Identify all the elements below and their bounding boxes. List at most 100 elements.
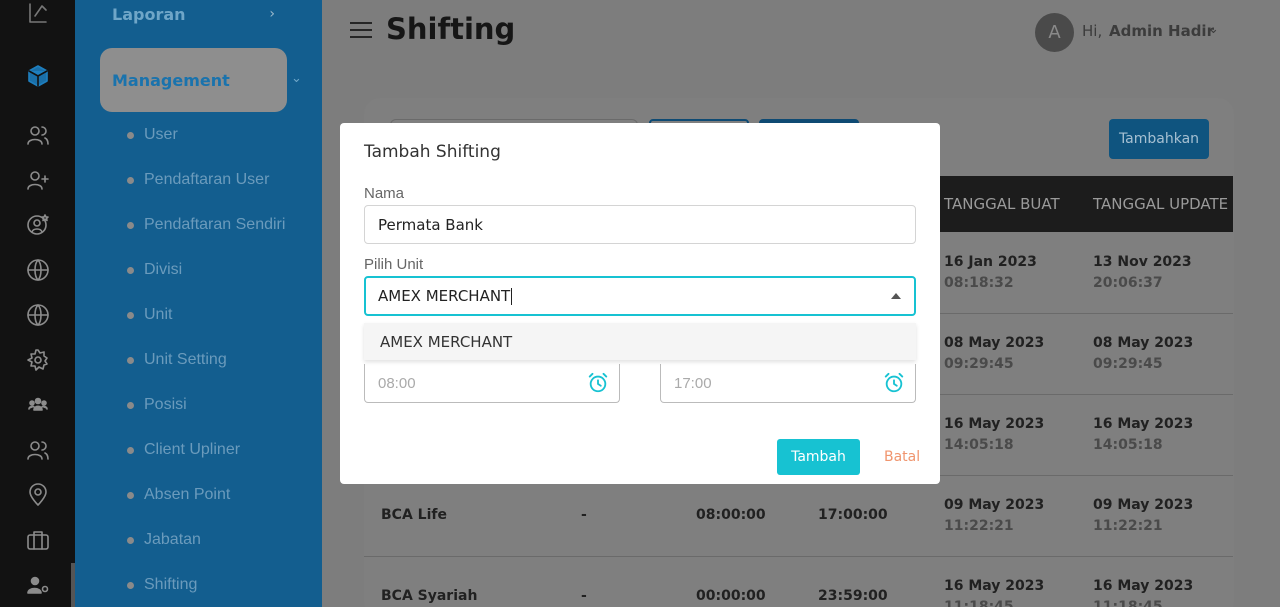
submenu-item-label: Jabatan <box>144 531 201 548</box>
bullet-icon <box>127 176 134 184</box>
submenu-item-label: User <box>144 126 178 143</box>
cube-icon[interactable] <box>24 62 52 90</box>
start-time-input[interactable]: 08:00 <box>364 364 620 403</box>
sidebar-item-user[interactable]: User <box>127 124 178 146</box>
sidebar-item-unit-setting[interactable]: Unit Setting <box>127 349 227 371</box>
alarm-clock-icon[interactable] <box>587 372 609 394</box>
sidebar-item-jabatan[interactable]: Jabatan <box>127 529 201 551</box>
sidebar: Laporan › Management ⌄ User Pendaftaran … <box>75 0 322 607</box>
name-input-value: Permata Bank <box>378 215 483 234</box>
table-cell-created-time: 09:29:45 <box>944 356 1014 372</box>
sidebar-item-client-upliner[interactable]: Client Upliner <box>127 439 240 461</box>
user-star-icon[interactable] <box>24 211 52 239</box>
table-cell-created-date: 16 May 2023 <box>944 416 1045 432</box>
submenu-item-label: Client Upliner <box>144 441 241 458</box>
caret-up-icon[interactable] <box>891 293 901 299</box>
start-time-value: 08:00 <box>378 374 416 392</box>
table-cell-desc: - <box>581 588 587 604</box>
main-menu-item-label: Management <box>112 70 230 90</box>
gear-icon[interactable] <box>24 346 52 374</box>
team-icon[interactable] <box>24 391 52 419</box>
bullet-icon <box>127 446 134 454</box>
sidebar-item-pendaftaran-sendiri[interactable]: Pendaftaran Sendiri <box>127 214 285 236</box>
column-header-created: TANGGAL BUAT <box>944 195 1060 213</box>
globe-icon[interactable] <box>24 256 52 284</box>
table-cell-updated-date: 16 May 2023 <box>1093 416 1194 432</box>
location-pin-icon[interactable] <box>24 481 52 509</box>
logo-icon[interactable] <box>24 0 52 28</box>
table-cell-updated-time: 11:22:21 <box>1093 518 1163 534</box>
briefcase-icon[interactable] <box>24 526 52 554</box>
sidebar-item-posisi[interactable]: Posisi <box>127 394 187 416</box>
sidebar-item-shifting[interactable]: Shifting <box>127 574 197 596</box>
globe-icon[interactable] <box>24 301 52 329</box>
bullet-icon <box>127 491 134 499</box>
bullet-icon <box>127 401 134 409</box>
avatar[interactable]: A <box>1035 13 1074 52</box>
submenu-item-label: Divisi <box>144 261 183 278</box>
name-input[interactable]: Permata Bank <box>364 205 916 244</box>
text-cursor <box>511 287 513 305</box>
table-cell-created-time: 11:18:45 <box>944 599 1014 607</box>
bullet-icon <box>127 266 134 274</box>
icon-rail <box>0 0 75 607</box>
table-cell-created-time: 14:05:18 <box>944 437 1014 453</box>
table-cell-updated-time: 09:29:45 <box>1093 356 1163 372</box>
table-cell-created-time: 11:22:21 <box>944 518 1014 534</box>
unit-select-value: AMEX MERCHANT <box>378 287 511 305</box>
hamburger-menu-icon[interactable] <box>350 22 372 40</box>
sidebar-item-absen-point[interactable]: Absen Point <box>127 484 230 506</box>
end-time-input[interactable]: 17:00 <box>660 364 916 403</box>
bullet-icon <box>127 536 134 544</box>
table-cell-end: 23:59:00 <box>818 588 888 604</box>
chevron-down-icon[interactable]: ⌄ <box>291 71 302 86</box>
main-menu-item-label: Laporan <box>112 4 186 24</box>
end-time-value: 17:00 <box>674 374 712 392</box>
bullet-icon <box>127 131 134 139</box>
table-cell-created-time: 08:18:32 <box>944 275 1014 291</box>
table-cell-name: BCA Syariah <box>381 588 478 604</box>
bullet-icon <box>127 311 134 319</box>
submenu-item-label: Posisi <box>144 396 187 413</box>
table-cell-created-date: 16 Jan 2023 <box>944 254 1037 270</box>
unit-select[interactable]: AMEX MERCHANT <box>364 276 916 316</box>
greeting: Hi, <box>1082 22 1103 40</box>
table-cell-created-date: 16 May 2023 <box>944 578 1045 594</box>
sidebar-item-management[interactable]: Management <box>100 48 287 112</box>
bullet-icon <box>127 356 134 364</box>
sidebar-item-divisi[interactable]: Divisi <box>127 259 182 281</box>
chevron-right-icon: › <box>269 6 275 22</box>
table-cell-updated-time: 14:05:18 <box>1093 437 1163 453</box>
table-cell-updated-date: 16 May 2023 <box>1093 578 1194 594</box>
user-settings-icon[interactable] <box>24 571 52 599</box>
user-name[interactable]: Admin Hadir <box>1109 22 1214 40</box>
table-cell-start: 00:00:00 <box>696 588 766 604</box>
chevron-down-icon[interactable]: ⌄ <box>1208 22 1219 37</box>
table-cell-updated-date: 08 May 2023 <box>1093 335 1194 351</box>
alarm-clock-icon[interactable] <box>883 372 905 394</box>
submenu-item-label: Pendaftaran User <box>144 171 270 188</box>
name-label: Nama <box>364 185 405 202</box>
add-button[interactable]: Tambahkan <box>1109 119 1209 159</box>
table-cell-start: 08:00:00 <box>696 507 766 523</box>
unit-dropdown-option[interactable]: AMEX MERCHANT <box>364 323 916 360</box>
submit-button[interactable]: Tambah <box>777 439 860 475</box>
sidebar-item-unit[interactable]: Unit <box>127 304 172 326</box>
unit-label: Pilih Unit <box>364 256 424 273</box>
table-cell-end: 17:00:00 <box>818 507 888 523</box>
user-plus-icon[interactable] <box>24 166 52 194</box>
table-cell-updated-date: 09 May 2023 <box>1093 497 1194 513</box>
submenu-item-label: Unit Setting <box>144 351 227 368</box>
table-cell-created-date: 08 May 2023 <box>944 335 1045 351</box>
column-header-updated: TANGGAL UPDATE <box>1093 195 1229 213</box>
sidebar-item-pendaftaran-user[interactable]: Pendaftaran User <box>127 169 269 191</box>
table-cell-desc: - <box>581 507 587 523</box>
users-icon[interactable] <box>24 121 52 149</box>
submenu-item-label: Absen Point <box>144 486 231 503</box>
table-cell-updated-date: 13 Nov 2023 <box>1093 254 1192 270</box>
sidebar-item-laporan[interactable]: Laporan › <box>100 0 287 46</box>
table-cell-name: BCA Life <box>381 507 447 523</box>
cancel-button[interactable]: Batal <box>884 449 920 465</box>
users-icon[interactable] <box>24 436 52 464</box>
submenu-item-label: Pendaftaran Sendiri <box>144 216 286 233</box>
